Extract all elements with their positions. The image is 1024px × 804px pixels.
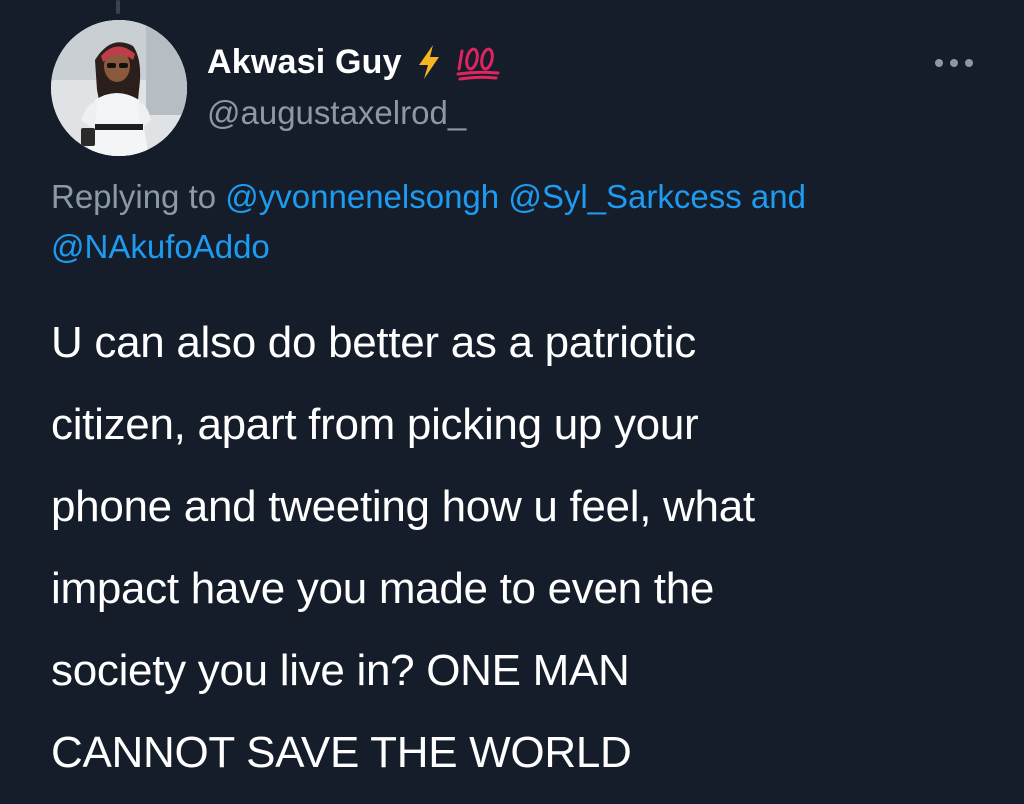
tweet-text-line: citizen, apart from picking up your <box>51 400 699 449</box>
mention-conjunction[interactable]: and <box>751 178 806 215</box>
avatar[interactable] <box>51 20 187 156</box>
tweet-text-line: impact have you made to even the <box>51 564 715 613</box>
tweet-card: Akwasi Guy @augustaxelrod_ Replying to @… <box>0 0 1024 804</box>
tweet-text-line: society you live in? ONE MAN <box>51 646 630 695</box>
author-handle[interactable]: @augustaxelrod_ <box>207 94 466 132</box>
lightning-bolt-icon <box>418 45 439 79</box>
author-row: Akwasi Guy <box>207 40 500 84</box>
mention-link[interactable]: @Syl_Sarkcess <box>508 178 741 215</box>
mention-link[interactable]: @NAkufoAddo <box>51 228 270 265</box>
mention-link[interactable]: @yvonnenelsongh <box>225 178 499 215</box>
tweet-text-line: phone and tweeting how u feel, what <box>51 482 755 531</box>
tweet-text-line: CANNOT SAVE THE WORLD <box>51 728 632 777</box>
replying-to: Replying to @yvonnenelsongh @Syl_Sarkces… <box>51 172 981 272</box>
more-options-icon[interactable] <box>932 56 976 70</box>
tweet-text-line: U can also do better as a patriotic <box>51 318 696 367</box>
display-name[interactable]: Akwasi Guy <box>207 43 402 82</box>
tweet-text: U can also do better as a patriotic citi… <box>51 302 991 794</box>
replying-to-label: Replying to <box>51 178 217 215</box>
avatar-image <box>51 20 187 156</box>
hundred-points-icon <box>456 47 500 81</box>
thread-connector <box>116 0 120 14</box>
